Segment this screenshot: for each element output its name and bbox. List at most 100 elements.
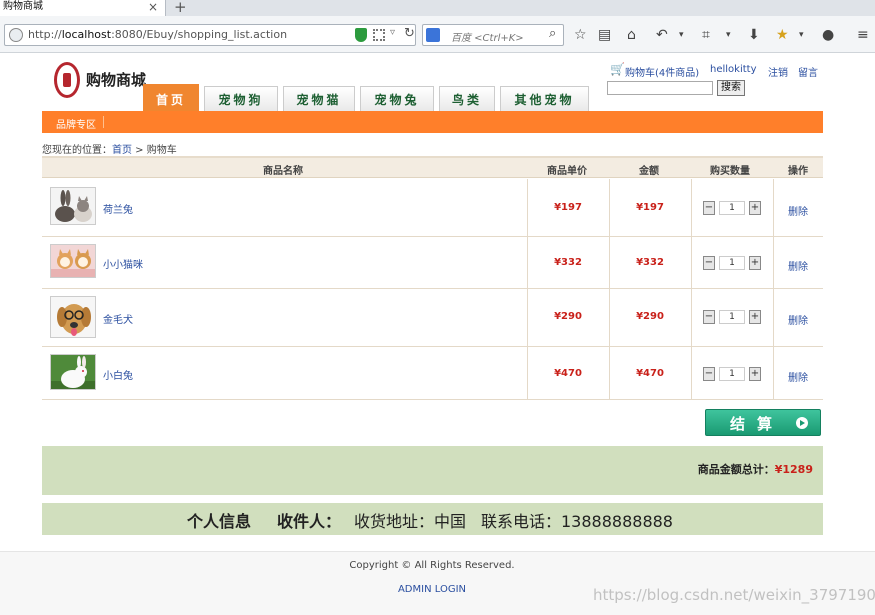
browser-search-bar[interactable]: 百度 <Ctrl+K> ⌕ bbox=[422, 24, 564, 46]
browser-toolbar: http://localhost:8080/Ebuy/shopping_list… bbox=[0, 16, 875, 53]
brand-zone-link[interactable]: 品牌专区 bbox=[56, 116, 96, 131]
product-thumbnail[interactable] bbox=[50, 354, 96, 390]
address-label: 收货地址：中国 bbox=[354, 512, 467, 531]
search-icon[interactable]: ⌕ bbox=[549, 26, 556, 41]
decrease-qty-button[interactable]: − bbox=[703, 310, 715, 324]
url-text[interactable]: http://localhost:8080/Ebuy/shopping_list… bbox=[28, 28, 287, 41]
phone-label: 联系电话：13888888888 bbox=[481, 512, 673, 531]
browser-tab[interactable]: 购物商城 × bbox=[0, 0, 166, 16]
page-footer: Copyright © All Rights Reserved. ADMIN L… bbox=[0, 551, 875, 615]
globe-icon bbox=[9, 28, 23, 42]
product-name[interactable]: 荷兰兔 bbox=[103, 201, 133, 216]
header-name: 商品名称 bbox=[263, 166, 303, 177]
line-amount: ¥290 bbox=[636, 311, 664, 322]
tab-title: 购物商城 bbox=[3, 1, 43, 12]
address-bar[interactable]: http://localhost:8080/Ebuy/shopping_list… bbox=[4, 24, 416, 46]
delete-link[interactable]: 删除 bbox=[788, 203, 808, 218]
site-search-button[interactable]: 搜索 bbox=[717, 80, 745, 96]
back-icon[interactable]: ↶ bbox=[656, 27, 668, 43]
breadcrumb-sep: > bbox=[132, 145, 147, 156]
chevron-down-icon[interactable]: ▾ bbox=[799, 27, 804, 43]
unit-price: ¥197 bbox=[554, 202, 582, 213]
product-name[interactable]: 小小猫咪 bbox=[103, 256, 143, 271]
table-row: 小白兔 ¥470 ¥470 − 1 + 删除 bbox=[42, 347, 823, 400]
close-tab-icon[interactable]: × bbox=[148, 0, 158, 14]
user-link[interactable]: hellokitty bbox=[710, 64, 757, 75]
unit-price: ¥470 bbox=[554, 368, 582, 379]
divider bbox=[103, 116, 104, 128]
decrease-qty-button[interactable]: − bbox=[703, 201, 715, 215]
product-thumbnail[interactable] bbox=[50, 296, 96, 338]
star-icon[interactable]: ☆ bbox=[574, 27, 587, 43]
delete-link[interactable]: 删除 bbox=[788, 312, 808, 327]
nav-tab-dogs[interactable]: 宠物狗 bbox=[204, 86, 278, 112]
decrease-qty-button[interactable]: − bbox=[703, 256, 715, 270]
quantity-input[interactable]: 1 bbox=[719, 310, 745, 324]
extension-icon[interactable]: ★ bbox=[776, 27, 789, 43]
increase-qty-button[interactable]: + bbox=[749, 367, 761, 381]
nav-tab-cats[interactable]: 宠物猫 bbox=[283, 86, 355, 112]
chevron-down-icon[interactable]: ▾ bbox=[679, 27, 684, 43]
unit-price: ¥290 bbox=[554, 311, 582, 322]
menu-icon[interactable]: ≡ bbox=[857, 27, 869, 43]
header-action: 操作 bbox=[788, 166, 808, 177]
increase-qty-button[interactable]: + bbox=[749, 201, 761, 215]
reading-list-icon[interactable]: ▤ bbox=[598, 27, 611, 43]
table-row: 荷兰兔 ¥197 ¥197 − 1 + 删除 bbox=[42, 179, 823, 237]
reload-icon[interactable]: ↻ bbox=[404, 26, 415, 41]
copyright-text: Copyright © All Rights Reserved. bbox=[349, 560, 515, 571]
increase-qty-button[interactable]: + bbox=[749, 256, 761, 270]
breadcrumb-current: 购物车 bbox=[146, 145, 177, 156]
browser-tab-bar: 购物商城 × + bbox=[0, 0, 875, 16]
delete-link[interactable]: 删除 bbox=[788, 258, 808, 273]
cart-link[interactable]: 购物车(4件商品) bbox=[625, 64, 699, 79]
chevron-down-icon[interactable]: ▾ bbox=[726, 27, 731, 43]
unit-price: ¥332 bbox=[554, 257, 582, 268]
arrow-right-icon bbox=[796, 417, 808, 429]
quantity-input[interactable]: 1 bbox=[719, 201, 745, 215]
product-thumbnail[interactable] bbox=[50, 244, 96, 278]
site-logo-text[interactable]: 购物商城 bbox=[86, 69, 146, 90]
table-row: 金毛犬 ¥290 ¥290 − 1 + 删除 bbox=[42, 289, 823, 347]
decrease-qty-button[interactable]: − bbox=[703, 367, 715, 381]
total-amount: 商品金额总计：¥1289 bbox=[697, 463, 813, 476]
category-bar: 品牌专区 bbox=[42, 111, 823, 133]
search-engine-icon[interactable] bbox=[426, 28, 440, 42]
shield-icon[interactable] bbox=[355, 28, 367, 42]
home-icon[interactable]: ⌂ bbox=[627, 27, 636, 43]
line-amount: ¥332 bbox=[636, 257, 664, 268]
increase-qty-button[interactable]: + bbox=[749, 310, 761, 324]
quantity-input[interactable]: 1 bbox=[719, 367, 745, 381]
quantity-input[interactable]: 1 bbox=[719, 256, 745, 270]
product-name[interactable]: 小白兔 bbox=[103, 367, 133, 382]
watermark-text: https://blog.csdn.net/weixin_37971904 bbox=[593, 586, 875, 604]
product-thumbnail[interactable] bbox=[50, 187, 96, 225]
site-search-input[interactable] bbox=[607, 81, 713, 95]
table-row: 小小猫咪 ¥332 ¥332 − 1 + 删除 bbox=[42, 237, 823, 289]
download-icon[interactable]: ⬇ bbox=[748, 27, 760, 43]
nav-tab-home[interactable]: 首页 bbox=[143, 84, 199, 112]
cart-header: 商品名称 商品单价 金额 购买数量 操作 bbox=[42, 156, 823, 178]
logo-icon[interactable] bbox=[54, 62, 80, 98]
crop-icon[interactable]: ⌗ bbox=[702, 27, 710, 43]
cart-icon[interactable]: 🛒 bbox=[610, 62, 625, 76]
checkout-button[interactable]: 结算 bbox=[705, 409, 821, 436]
total-panel: 商品金额总计：¥1289 bbox=[42, 446, 823, 495]
nav-tab-other-pets[interactable]: 其他宠物 bbox=[500, 86, 589, 112]
delete-link[interactable]: 删除 bbox=[788, 369, 808, 384]
product-name[interactable]: 金毛犬 bbox=[103, 311, 133, 326]
message-link[interactable]: 留言 bbox=[798, 64, 818, 79]
header-qty: 购买数量 bbox=[710, 166, 750, 177]
line-amount: ¥197 bbox=[636, 202, 664, 213]
chevron-down-icon[interactable]: ▿ bbox=[390, 27, 395, 38]
nav-tab-birds[interactable]: 鸟类 bbox=[439, 86, 495, 112]
nav-tab-rabbits[interactable]: 宠物兔 bbox=[360, 86, 434, 112]
line-amount: ¥470 bbox=[636, 368, 664, 379]
breadcrumb-home[interactable]: 首页 bbox=[112, 145, 132, 156]
breadcrumb: 您现在的位置：首页 > 购物车 bbox=[42, 141, 177, 156]
new-tab-icon[interactable]: + bbox=[174, 0, 187, 16]
qr-code-icon[interactable] bbox=[373, 29, 385, 41]
chat-icon[interactable]: ● bbox=[822, 27, 834, 43]
logout-link[interactable]: 注销 bbox=[768, 64, 788, 79]
shipping-info-panel: 个人信息 收件人： 收货地址：中国 联系电话：13888888888 bbox=[42, 503, 823, 535]
